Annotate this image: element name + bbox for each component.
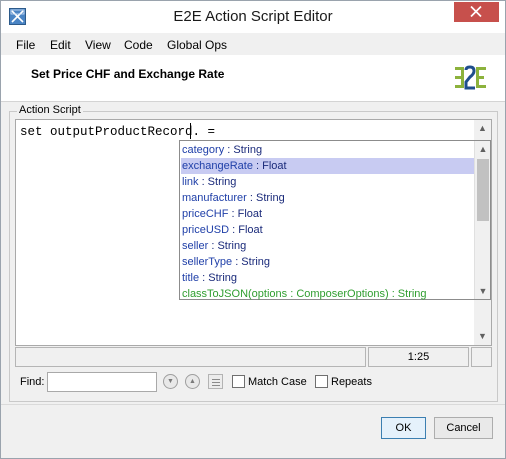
autocomplete-item[interactable]: manufacturer : String (181, 190, 475, 206)
autocomplete-item-method[interactable]: classToJSON(options : ComposerOptions) :… (181, 286, 475, 302)
autocomplete-item-selected[interactable]: exchangeRate : Float (181, 158, 475, 174)
status-extra-cell (471, 347, 492, 367)
close-icon (470, 6, 482, 17)
autocomplete-item[interactable]: link : String (181, 174, 475, 190)
window-title: E2E Action Script Editor (173, 8, 333, 25)
autocomplete-scrollbar[interactable]: ▲ ▼ (474, 141, 490, 299)
scroll-down-icon[interactable]: ▼ (474, 328, 491, 345)
match-case-checkbox[interactable] (232, 375, 245, 388)
scroll-up-icon[interactable]: ▲ (474, 120, 491, 137)
status-message-cell (15, 347, 366, 367)
find-input[interactable] (47, 372, 157, 392)
find-label: Find: (20, 376, 45, 388)
title-bar: E2E Action Script Editor (1, 1, 505, 33)
cancel-button[interactable]: Cancel (434, 417, 493, 439)
find-up-icon[interactable]: ▲ (185, 374, 200, 389)
ok-button[interactable]: OK (381, 417, 426, 439)
footer-separator (1, 404, 505, 405)
status-bar: 1:25 (15, 347, 492, 367)
autocomplete-item[interactable]: sellerType : String (181, 254, 475, 270)
autocomplete-item[interactable]: priceUSD : Float (181, 222, 475, 238)
menu-global-ops[interactable]: Global Ops (167, 38, 227, 52)
action-script-label: Action Script (17, 104, 83, 116)
close-button[interactable] (454, 2, 499, 22)
cursor-position: 1:25 (368, 347, 469, 367)
action-script-editor-window: E2E Action Script Editor File Edit View … (0, 0, 506, 459)
autocomplete-item[interactable]: priceCHF : Float (181, 206, 475, 222)
scroll-up-icon[interactable]: ▲ (475, 141, 491, 157)
autocomplete-item[interactable]: title : String (181, 270, 475, 286)
scroll-down-icon[interactable]: ▼ (475, 283, 491, 299)
menu-file[interactable]: File (16, 38, 35, 52)
autocomplete-popup: category : String exchangeRate : Float l… (179, 140, 491, 300)
menu-code[interactable]: Code (124, 38, 153, 52)
menu-edit[interactable]: Edit (50, 38, 71, 52)
text-caret (190, 123, 191, 139)
script-title: Set Price CHF and Exchange Rate (31, 67, 225, 81)
match-case-label: Match Case (248, 376, 307, 388)
autocomplete-item[interactable]: category : String (181, 142, 475, 158)
repeats-label: Repeats (331, 376, 372, 388)
e2e-logo-icon (455, 65, 486, 90)
code-line[interactable]: set outputProductRecord. = (20, 125, 215, 139)
autocomplete-item[interactable]: seller : String (181, 238, 475, 254)
find-list-icon[interactable] (208, 374, 223, 389)
header-panel: Set Price CHF and Exchange Rate (1, 55, 505, 102)
menu-bar: File Edit View Code Global Ops (1, 33, 505, 55)
menu-view[interactable]: View (85, 38, 111, 52)
repeats-checkbox[interactable] (315, 375, 328, 388)
scroll-thumb[interactable] (477, 159, 489, 221)
find-down-icon[interactable]: ▼ (163, 374, 178, 389)
